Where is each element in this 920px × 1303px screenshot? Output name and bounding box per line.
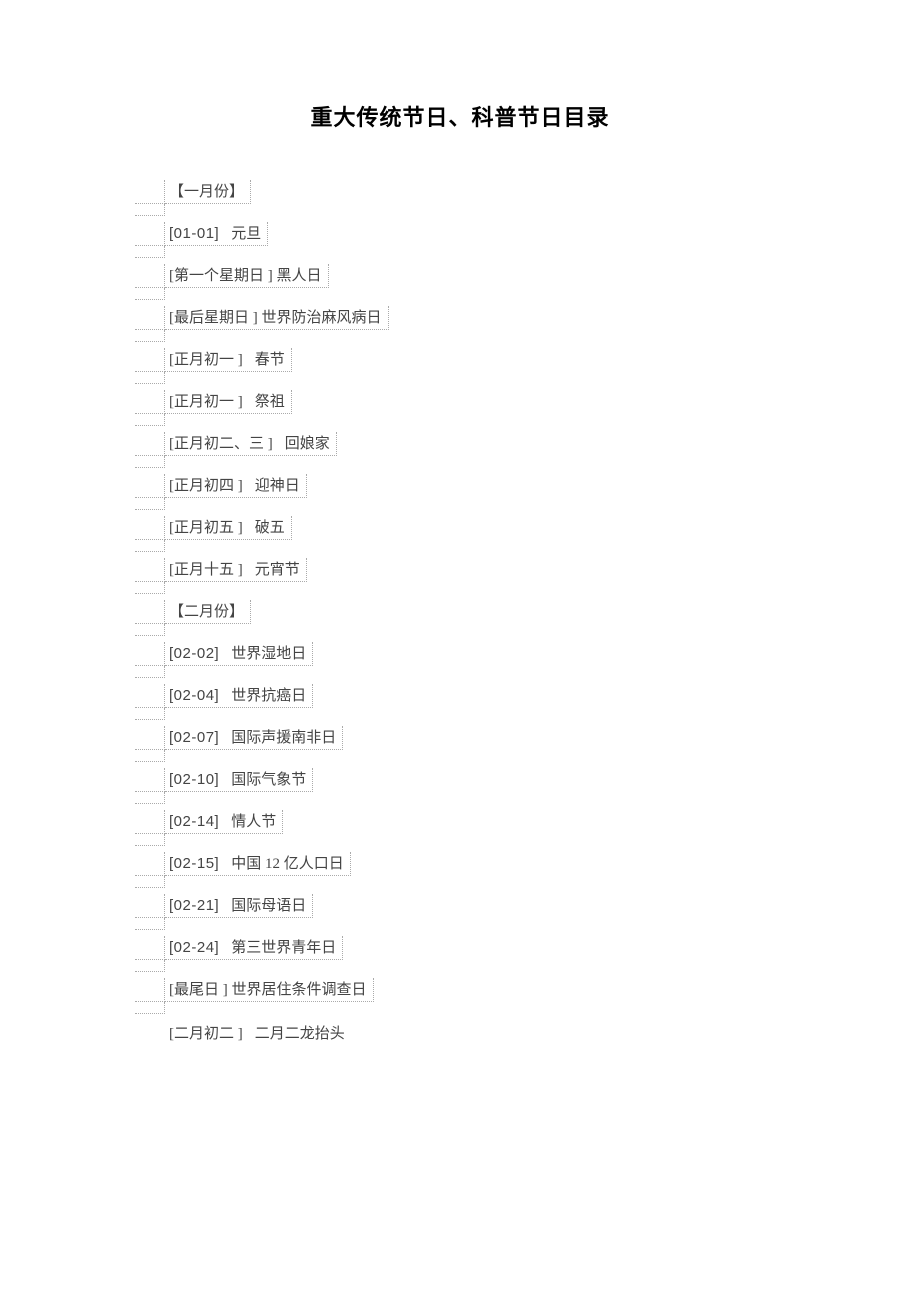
row-lead-cell (135, 642, 165, 666)
row-spacer-cell (135, 330, 165, 342)
list-item: [正月初五 ]破五 (135, 516, 785, 552)
row-spacer-cell (135, 414, 165, 426)
row-lead-cell (135, 936, 165, 960)
row-spacer-cell (135, 540, 165, 552)
row-lead-cell (135, 810, 165, 834)
list-item: [02-14]情人节 (135, 810, 785, 846)
list-item: [第一个星期日 ] 黑人日 (135, 264, 785, 300)
row-spacer-cell (135, 1002, 165, 1014)
row-lead-cell (135, 684, 165, 708)
row-lead-cell (135, 768, 165, 792)
item-text: [正月初一 ]春节 (165, 348, 292, 372)
item-text: [02-14]情人节 (165, 810, 283, 834)
list-item: [02-15]中国 12 亿人口日 (135, 852, 785, 888)
row-lead-cell (135, 726, 165, 750)
row-lead-cell (135, 264, 165, 288)
item-text: [最尾日 ] 世界居住条件调查日 (165, 978, 374, 1002)
row-spacer-cell (135, 498, 165, 510)
list-item: [02-21]国际母语日 (135, 894, 785, 930)
item-text: [正月初一 ]祭祖 (165, 390, 292, 414)
list-item: [正月初一 ]祭祖 (135, 390, 785, 426)
row-spacer-cell (135, 246, 165, 258)
item-text: [01-01]元旦 (165, 222, 268, 246)
item-text: [最后星期日 ] 世界防治麻风病日 (165, 306, 389, 330)
row-spacer-cell (135, 708, 165, 720)
list-item: [正月初四 ]迎神日 (135, 474, 785, 510)
row-spacer-cell (135, 372, 165, 384)
row-lead-cell (135, 600, 165, 624)
item-text: 【二月份】 (165, 600, 251, 624)
item-text: [02-24]第三世界青年日 (165, 936, 343, 960)
row-spacer-cell (135, 624, 165, 636)
row-spacer-cell (135, 582, 165, 594)
item-text: [02-07]国际声援南非日 (165, 726, 343, 750)
row-lead-cell (135, 474, 165, 498)
item-text: [正月初五 ]破五 (165, 516, 292, 540)
row-spacer-cell (135, 834, 165, 846)
item-text: [正月初二、三 ]回娘家 (165, 432, 337, 456)
list-item: 【二月份】 (135, 600, 785, 636)
row-spacer-cell (135, 666, 165, 678)
item-text: [02-04]世界抗癌日 (165, 684, 313, 708)
list-item: [02-02]世界湿地日 (135, 642, 785, 678)
item-text: [正月初四 ]迎神日 (165, 474, 307, 498)
row-spacer-cell (135, 918, 165, 930)
row-spacer-cell (135, 792, 165, 804)
row-lead-cell (135, 432, 165, 456)
list-item: [02-04]世界抗癌日 (135, 684, 785, 720)
row-lead-cell (135, 348, 165, 372)
row-lead-cell (135, 978, 165, 1002)
row-spacer-cell (135, 876, 165, 888)
festival-list: 【一月份】 [01-01]元旦 [第一个星期日 ] 黑人日 [最后星期日 ] 世界防治… (135, 180, 785, 1044)
row-lead-cell (135, 222, 165, 246)
list-item: [02-10]国际气象节 (135, 768, 785, 804)
list-item: [最后星期日 ] 世界防治麻风病日 (135, 306, 785, 342)
row-lead-cell (135, 852, 165, 876)
list-item: [正月十五 ]元宵节 (135, 558, 785, 594)
list-item: [01-01]元旦 (135, 222, 785, 258)
item-text: [二月初二 ]二月二龙抬头 (165, 1022, 345, 1043)
list-item: [正月初一 ]春节 (135, 348, 785, 384)
list-item: [02-07]国际声援南非日 (135, 726, 785, 762)
item-text: [02-15]中国 12 亿人口日 (165, 852, 351, 876)
item-text: [正月十五 ]元宵节 (165, 558, 307, 582)
row-lead-cell (135, 558, 165, 582)
row-lead-cell (135, 894, 165, 918)
row-spacer-cell (135, 456, 165, 468)
row-spacer-cell (135, 204, 165, 216)
page-title: 重大传统节日、科普节日目录 (135, 100, 785, 132)
item-text: [02-10]国际气象节 (165, 768, 313, 792)
list-item: [最尾日 ] 世界居住条件调查日 (135, 978, 785, 1014)
row-spacer-cell (135, 750, 165, 762)
list-item: [正月初二、三 ]回娘家 (135, 432, 785, 468)
row-lead-cell (135, 306, 165, 330)
item-text: [02-21]国际母语日 (165, 894, 313, 918)
list-item: 【一月份】 (135, 180, 785, 216)
list-item: [二月初二 ]二月二龙抬头 (135, 1020, 785, 1044)
item-text: 【一月份】 (165, 180, 251, 204)
row-lead-cell (135, 516, 165, 540)
row-spacer-cell (135, 288, 165, 300)
list-item: [02-24]第三世界青年日 (135, 936, 785, 972)
item-text: [第一个星期日 ] 黑人日 (165, 264, 329, 288)
item-text: [02-02]世界湿地日 (165, 642, 313, 666)
row-spacer-cell (135, 960, 165, 972)
row-lead-cell (135, 390, 165, 414)
row-lead-cell (135, 180, 165, 204)
